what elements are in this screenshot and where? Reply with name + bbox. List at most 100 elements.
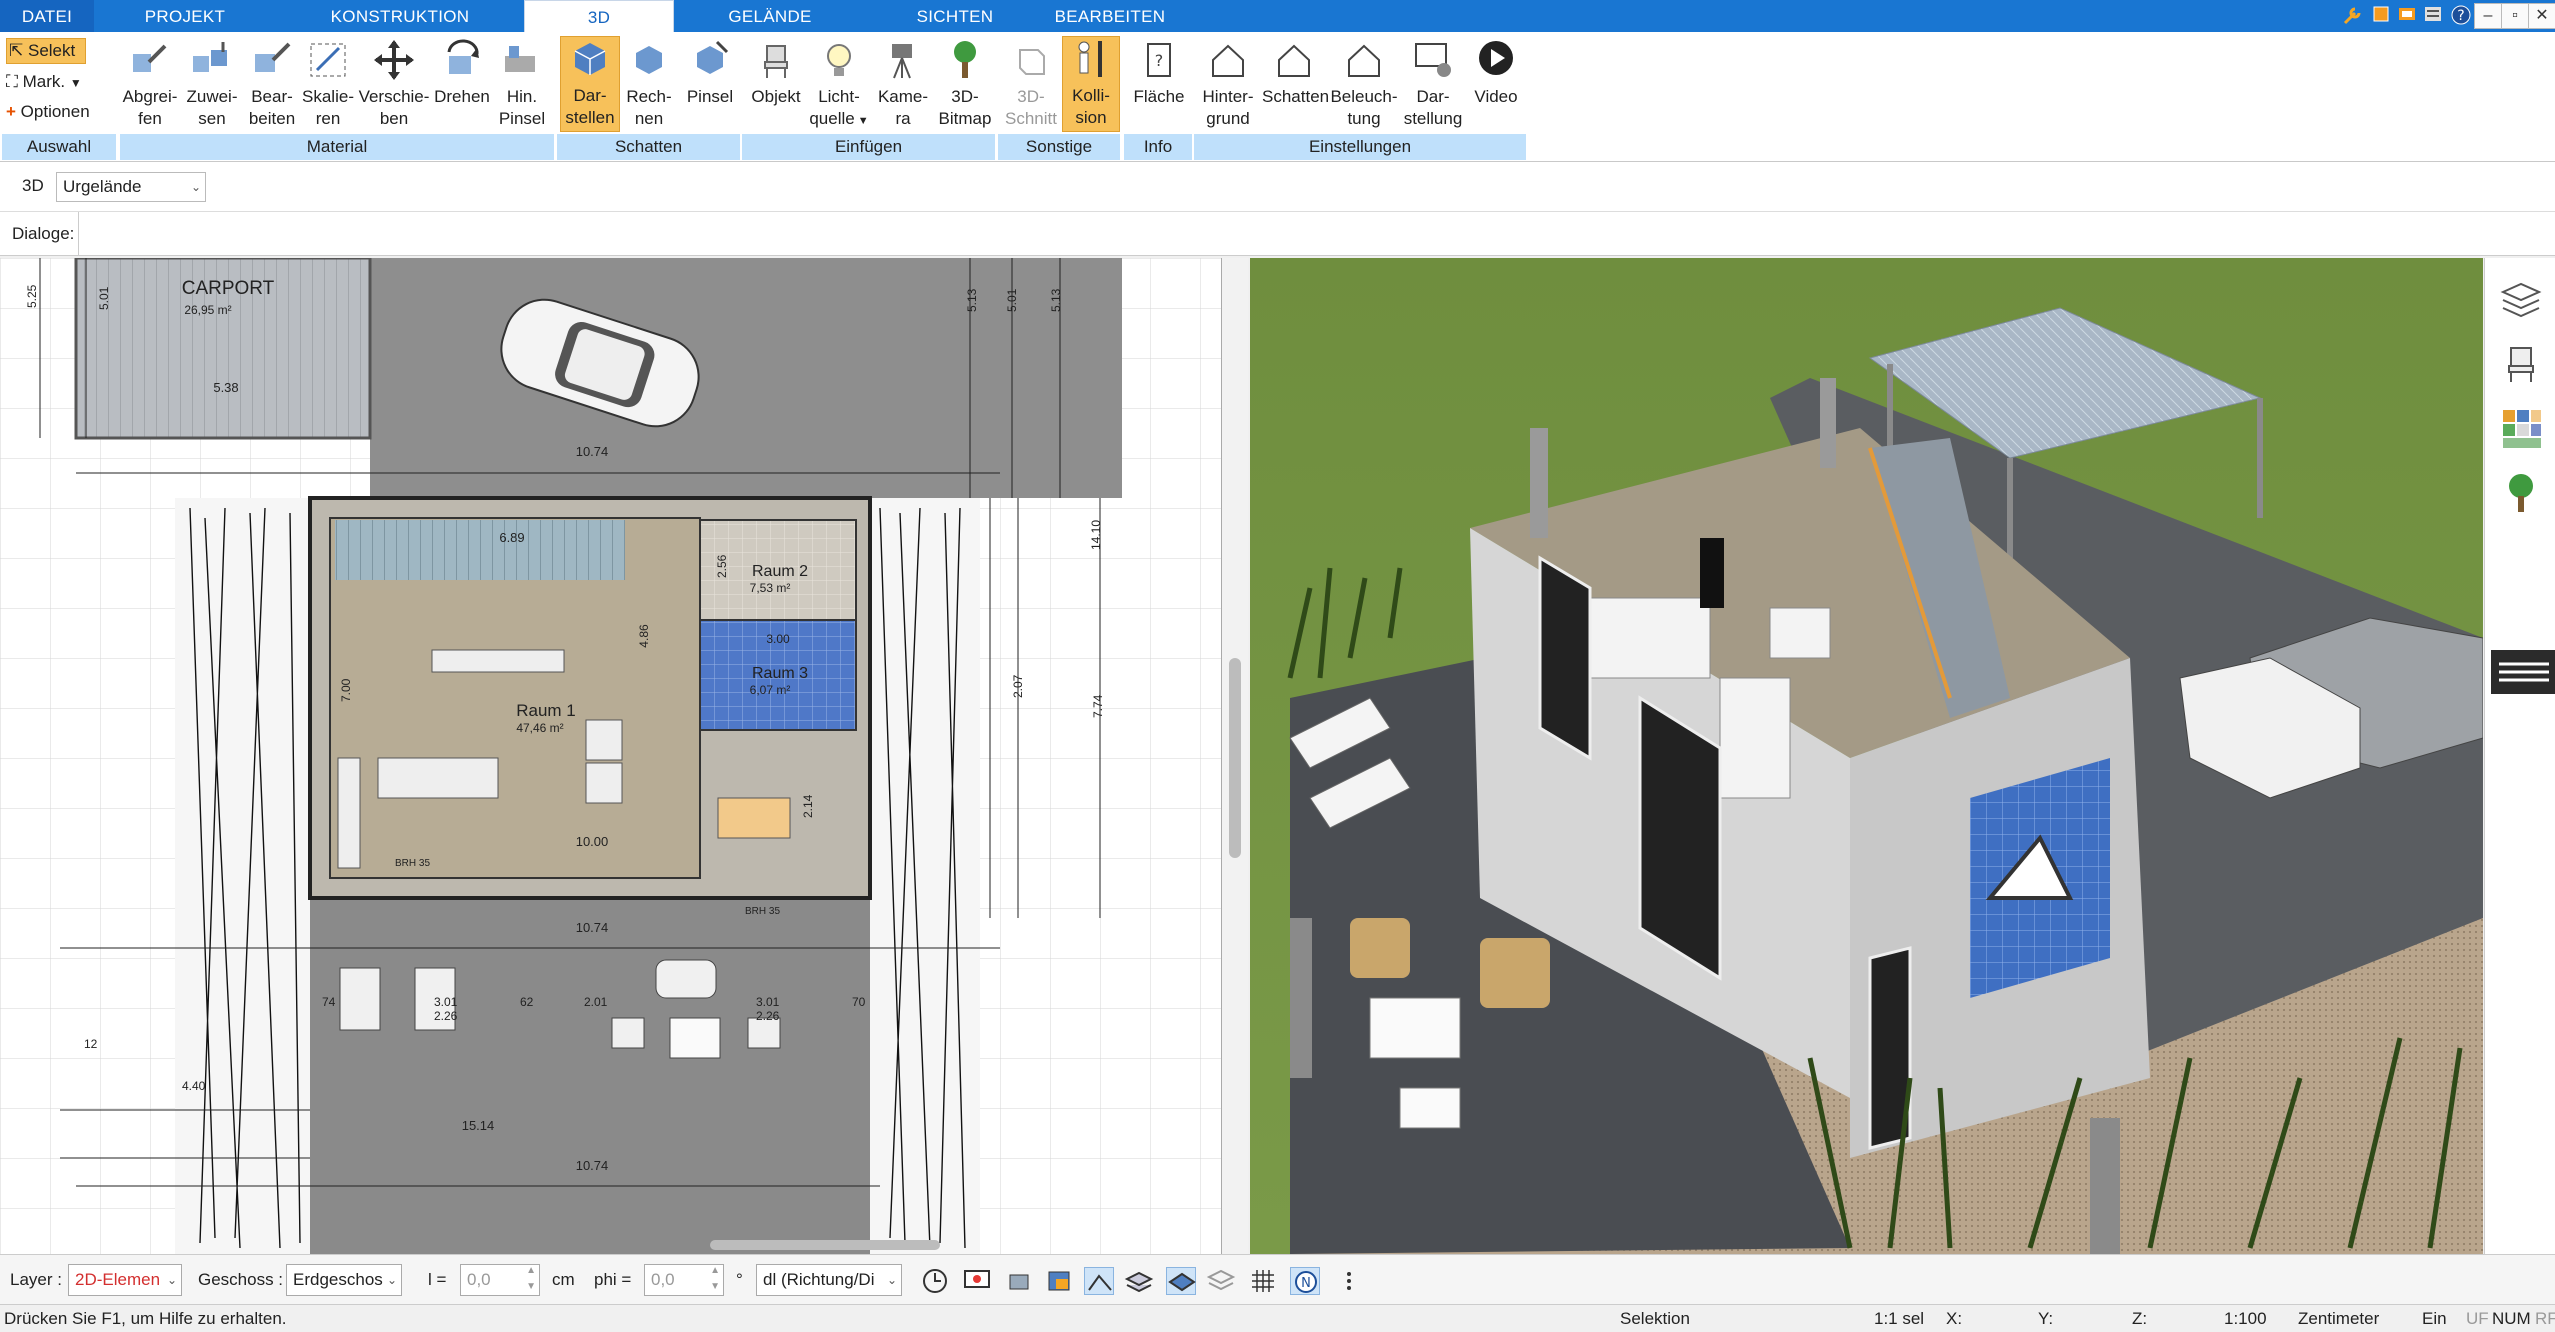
einstellungen-schatten-button[interactable]: Schatten [1262,38,1329,108]
spinner-icon[interactable]: ▲ ▼ [526,1263,536,1295]
tab-bearbeiten[interactable]: BEARBEITEN [1040,0,1180,32]
3d-render-canvas[interactable] [1250,258,2483,1254]
dim-513-a: 5.13 [965,288,979,312]
phi-input[interactable]: 0,0 ▲ ▼ [644,1264,724,1296]
ribbon: ⇱ Selekt ⛶ Mark. ▼ + Optionen Auswahl Ab… [0,32,2555,162]
chevron-down-icon: ⌄ [166,1273,177,1287]
skalieren-button[interactable]: Skalie-ren [298,38,358,130]
line-tool-icon[interactable] [1084,1267,1114,1295]
schatten-rechnen-button[interactable]: Rech-nen [620,38,678,130]
more-options-icon[interactable] [1334,1267,1364,1295]
group-label-schatten: Schatten [557,134,740,160]
3d-object-icon[interactable] [1004,1267,1034,1295]
svg-text:?: ? [2457,8,2464,24]
verschieben-button[interactable]: Verschie-ben [356,38,432,130]
shadow-cube-icon [574,43,606,75]
dim-226-b: 2.26 [756,1009,780,1023]
view-mode-label: 3D [22,176,44,195]
oven [585,762,623,804]
objekt-button[interactable]: Objekt [746,38,806,108]
grid-icon[interactable] [1248,1267,1278,1295]
3d-schnitt-button[interactable]: 3D- Schnitt [1000,38,1062,130]
plane-icon[interactable] [1166,1267,1196,1295]
dim-74: 74 [322,995,336,1009]
terrace-paving [310,898,870,1254]
plant-catalog-icon[interactable] [2499,470,2543,514]
help-icon[interactable]: ? [2448,4,2474,28]
floor-plan-view[interactable]: CARPORT 26,95 m² 5.38 6.89 Raum 1 47,46 … [0,258,1222,1254]
floor-plan-canvas[interactable]: CARPORT 26,95 m² 5.38 6.89 Raum 1 47,46 … [0,258,1222,1254]
brush-icon [505,46,535,72]
drehen-button[interactable]: Drehen [432,38,492,108]
spinner-icon[interactable]: ▲ ▼ [710,1263,720,1295]
dim-1514: 15.14 [462,1118,495,1133]
layout-icon[interactable] [2394,4,2420,28]
shadow-house-icon [1278,44,1310,77]
3d-bitmap-button[interactable]: 3D- Bitmap [934,38,996,130]
layers-icon[interactable] [2499,278,2543,322]
terrain-select[interactable]: Urgelände ⌄ [56,172,206,202]
selekt-button[interactable]: ⇱ Selekt [6,38,86,64]
dim-201: 2.01 [584,995,608,1009]
flaeche-button[interactable]: ? Fläche [1128,38,1190,108]
settings-icon[interactable] [2420,4,2446,28]
dim-12: 12 [84,1037,98,1051]
bearbeiten-material-button[interactable]: Bear-beiten [242,38,302,130]
schatten-darstellen-button[interactable]: Dar-stellen [560,36,620,132]
tab-datei[interactable]: DATEI [0,0,94,32]
length-label: l = [428,1270,447,1289]
brh-label-1: BRH 35 [395,858,430,869]
screen-icon[interactable] [962,1267,992,1295]
close-button[interactable]: ✕ [2528,3,2555,29]
geschoss-select[interactable]: Erdgeschos ⌄ [286,1264,402,1296]
dropdown-arrow-icon: ▼ [854,115,869,127]
length-input[interactable]: 0,0 ▲ ▼ [460,1264,540,1296]
stack-icon[interactable] [1124,1267,1154,1295]
garden-left [175,498,310,1254]
tab-sichten[interactable]: SICHTEN [880,0,1030,32]
hamburger-menu-icon[interactable] [2491,650,2555,694]
group-label-einfuegen: Einfügen [742,134,995,160]
group-label-einstellungen: Einstellungen [1194,134,1526,160]
hin-pinsel-button[interactable]: Hin. Pinsel [492,38,552,130]
coord-x: X: [1946,1309,1963,1328]
tab-projekt[interactable]: PROJEKT [110,0,260,32]
layers-toggle-icon[interactable] [1206,1267,1236,1295]
beleuchtung-button[interactable]: Beleuch-tung [1328,38,1400,130]
3d-post-left [1290,918,1312,1078]
direction-select[interactable]: dl (Richtung/Di ⌄ [756,1264,902,1296]
chair-catalog-icon[interactable] [2499,342,2543,386]
vertical-scrollbar[interactable] [1229,658,1241,858]
color-box-icon[interactable] [1044,1267,1074,1295]
optionen-button[interactable]: + Optionen [6,100,90,124]
3d-view[interactable] [1250,258,2483,1254]
darstellung-button[interactable]: Dar-stellung [1400,38,1466,130]
kamera-button[interactable]: Kame-ra [872,38,934,130]
lichtquelle-button[interactable]: Licht-quelle ▼ [808,38,870,132]
tools-icon[interactable] [2340,4,2366,28]
clock-icon[interactable] [920,1267,950,1295]
move-arrows-icon [374,40,414,80]
kollision-button[interactable]: Kolli-sion [1062,36,1120,132]
group-label-material: Material [120,134,554,160]
kitchen-island [431,649,565,673]
schatten-pinsel-button[interactable]: Pinsel [680,38,740,108]
window-icon[interactable] [2368,4,2394,28]
layer-select[interactable]: 2D-Elemen ⌄ [68,1264,182,1296]
video-button[interactable]: Video [1466,38,1526,108]
minimize-button[interactable]: – [2474,3,2502,29]
tab-konstruktion[interactable]: KONSTRUKTION [300,0,500,32]
horizontal-scrollbar[interactable] [710,1240,940,1250]
maximize-button[interactable]: ▫ [2501,3,2529,29]
calc-shadow-icon [636,46,662,74]
zuweisen-button[interactable]: Zuwei-sen [182,38,242,130]
tab-3d[interactable]: 3D [524,0,674,32]
mark-button[interactable]: ⛶ Mark. ▼ [6,70,82,95]
selection-count: 1:1 sel [1874,1309,1925,1328]
materials-icon[interactable] [2499,406,2543,450]
dim-525: 5.25 [25,284,39,308]
snap-north-icon[interactable]: N [1290,1267,1320,1295]
abgreifen-button[interactable]: Abgrei-fen [120,38,180,130]
hintergrund-button[interactable]: Hinter-grund [1196,38,1260,130]
tab-gelaende[interactable]: GELÄNDE [690,0,850,32]
